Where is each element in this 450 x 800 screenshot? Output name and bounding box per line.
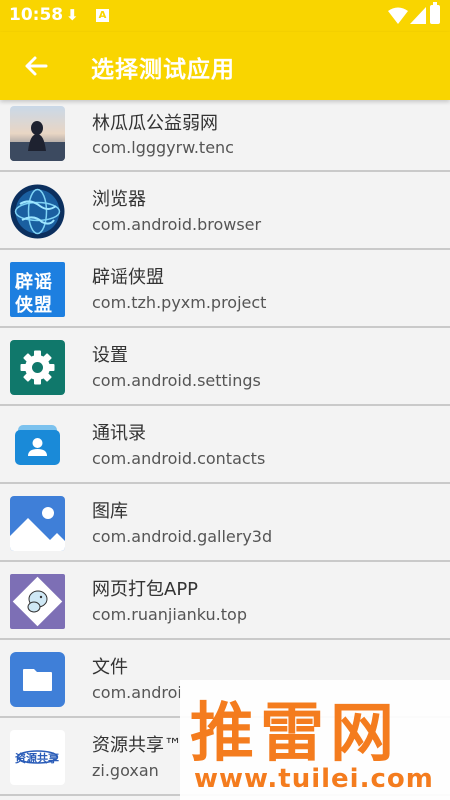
app-name: 通讯录: [92, 423, 146, 444]
list-item-app[interactable]: 图库 com.android.gallery3d: [0, 484, 450, 562]
app-package: com.tzh.pyxm.project: [92, 293, 267, 312]
page-title: 选择测试应用: [91, 57, 235, 83]
piyao-xiameng-icon: 辟谣 侠盟: [10, 262, 65, 317]
status-time: 10:58: [9, 5, 64, 25]
watermark: 推雷网 www.tuilei.com: [180, 680, 450, 800]
a-icon: A: [96, 9, 109, 22]
app-name: 图库: [92, 501, 128, 522]
contacts-icon: [10, 418, 65, 473]
app-name: 网页打包APP: [92, 579, 199, 600]
list-item-app[interactable]: 设置 com.android.settings: [0, 328, 450, 406]
folder-icon: [10, 652, 65, 707]
icon-text: 资源共享: [15, 752, 59, 765]
app-name: 文件: [92, 657, 128, 678]
app-name: 林瓜瓜公益弱网: [92, 113, 218, 134]
app-package: zi.goxan: [92, 761, 159, 780]
app-name: 浏览器: [92, 189, 146, 210]
app-package: com.android.settings: [92, 371, 261, 390]
app-package: com.android.browser: [92, 215, 262, 234]
list-item-app[interactable]: 浏览器 com.android.browser: [0, 172, 450, 250]
list-item-app[interactable]: 辟谣 侠盟 辟谣侠盟 com.tzh.pyxm.project: [0, 250, 450, 328]
status-bar: 10:58 ⬇ A: [0, 0, 450, 32]
app-package: com.lgggyrw.tenc: [92, 138, 234, 157]
list-item-app[interactable]: 网页打包APP com.ruanjianku.top: [0, 562, 450, 640]
list-item-app[interactable]: 林瓜瓜公益弱网 com.lgggyrw.tenc: [0, 100, 450, 172]
app-name: 辟谣侠盟: [92, 267, 164, 288]
watermark-logo: 推雷网: [190, 697, 400, 771]
app-name: 资源共享™: [92, 735, 182, 756]
globe-icon: [10, 184, 65, 239]
app-bar: 选择测试应用: [0, 32, 450, 100]
list-item-app[interactable]: 通讯录 com.android.contacts: [0, 406, 450, 484]
app-package: com.android.contacts: [92, 449, 266, 468]
arrow-back-icon[interactable]: [20, 50, 52, 82]
app-package: com.androi: [92, 683, 182, 702]
app-name: 设置: [92, 345, 128, 366]
signal-icon: [410, 7, 426, 24]
wifi-icon: [388, 7, 408, 24]
resource-share-icon: 资源共享: [10, 730, 65, 785]
watermark-url: www.tuilei.com: [194, 764, 434, 794]
icon-text: 侠盟: [15, 295, 53, 316]
app-package: com.ruanjianku.top: [92, 605, 247, 624]
moomin-icon: [10, 574, 65, 629]
battery-icon: [430, 2, 440, 24]
gallery-icon: [10, 496, 65, 551]
app-package: com.android.gallery3d: [92, 527, 273, 546]
download-icon: ⬇: [66, 6, 79, 24]
photo-girl-icon: [10, 106, 65, 161]
gear-icon: [10, 340, 65, 395]
